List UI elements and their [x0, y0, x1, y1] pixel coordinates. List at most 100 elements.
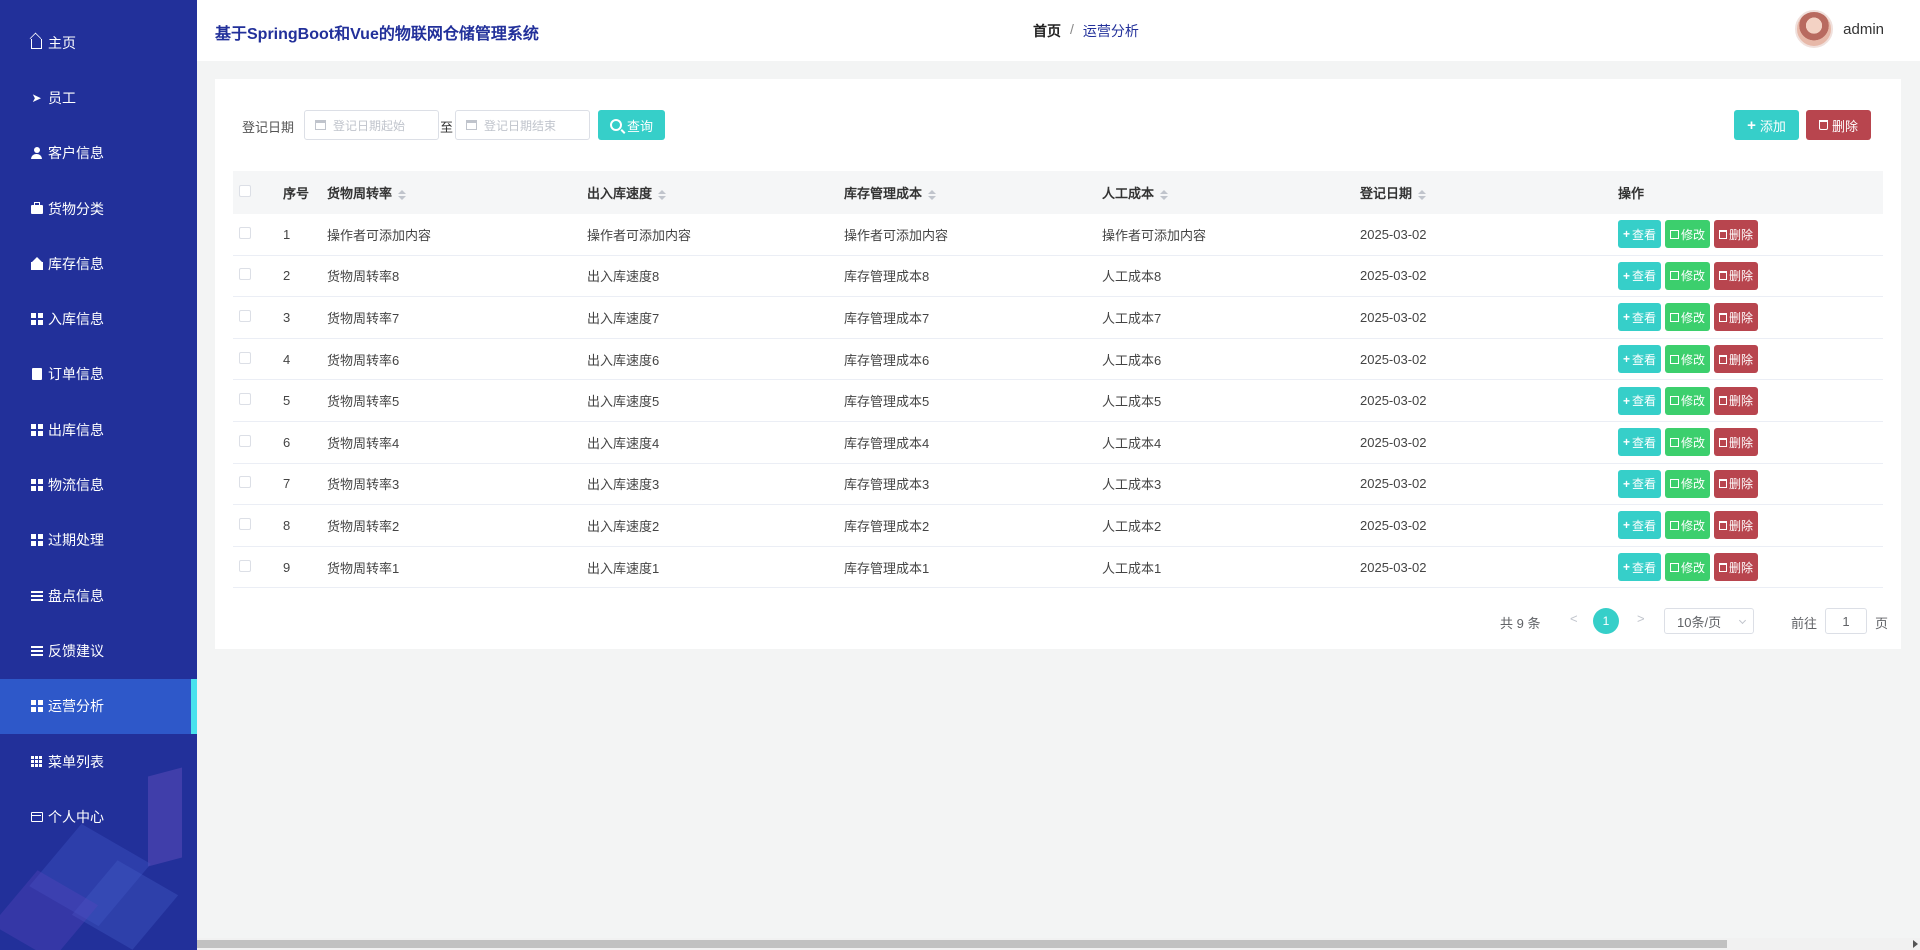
cell-index: 6 — [283, 434, 291, 450]
plus-icon: + — [1623, 435, 1631, 450]
edit-button[interactable]: 修改 — [1665, 553, 1711, 582]
next-page-button[interactable]: > — [1637, 611, 1645, 626]
delete-button[interactable]: 删除 — [1714, 428, 1759, 457]
row-checkbox[interactable] — [239, 351, 251, 364]
trash-icon — [1719, 271, 1728, 281]
row-checkbox[interactable] — [239, 393, 251, 406]
view-button[interactable]: + 查看 — [1618, 303, 1662, 332]
header-register-date[interactable]: 登记日期 — [1360, 183, 1618, 202]
goto-page-input[interactable] — [1825, 608, 1867, 634]
cell-index: 5 — [283, 393, 291, 409]
trash-icon — [1719, 312, 1728, 322]
row-checkbox[interactable] — [239, 268, 251, 281]
cell-labor-cost: 人工成本2 — [1102, 518, 1162, 534]
view-button[interactable]: + 查看 — [1618, 220, 1662, 249]
row-checkbox[interactable] — [239, 434, 251, 447]
sidebar-item-5[interactable]: 入库信息 — [0, 291, 197, 346]
edit-button[interactable]: 修改 — [1665, 469, 1711, 498]
top-header: 基于SpringBoot和Vue的物联网仓储管理系统 首页 / 运营分析 adm… — [197, 0, 1920, 61]
delete-button[interactable]: 删除 — [1714, 261, 1759, 290]
view-button[interactable]: + 查看 — [1618, 386, 1662, 415]
delete-button[interactable]: 删除 — [1714, 303, 1759, 332]
scrollbar-thumb[interactable] — [197, 940, 1727, 948]
page-size-select[interactable]: 10条/页 — [1664, 608, 1754, 634]
sidebar-item-3[interactable]: 货物分类 — [0, 181, 197, 236]
delete-button[interactable]: 删除 — [1714, 469, 1759, 498]
delete-button[interactable]: 删除 — [1714, 553, 1759, 582]
clipboard-icon — [30, 368, 43, 381]
row-checkbox[interactable] — [239, 517, 251, 530]
username[interactable]: admin — [1843, 21, 1884, 38]
page-number-current[interactable]: 1 — [1593, 608, 1619, 634]
view-button[interactable]: + 查看 — [1618, 261, 1662, 290]
edit-button[interactable]: 修改 — [1665, 261, 1711, 290]
header-turnover[interactable]: 货物周转率 — [327, 183, 587, 202]
delete-button[interactable]: 删除 — [1714, 220, 1759, 249]
view-button[interactable]: + 查看 — [1618, 345, 1662, 374]
scroll-right-arrow[interactable] — [1913, 940, 1918, 948]
plus-icon: + — [1623, 560, 1631, 575]
sidebar-item-4[interactable]: 库存信息 — [0, 236, 197, 291]
sort-icon[interactable] — [1418, 189, 1427, 200]
user-menu[interactable]: admin — [1795, 10, 1884, 48]
row-checkbox[interactable] — [239, 559, 251, 572]
sidebar-item-2[interactable]: 客户信息 — [0, 126, 197, 181]
view-button[interactable]: + 查看 — [1618, 469, 1662, 498]
view-button[interactable]: + 查看 — [1618, 511, 1662, 540]
sort-icon[interactable] — [1160, 189, 1169, 200]
cell-inventory-cost: 库存管理成本8 — [844, 269, 930, 285]
avatar[interactable] — [1795, 10, 1834, 48]
sidebar-item-0[interactable]: 主页 — [0, 15, 197, 70]
query-button[interactable]: 查询 — [598, 110, 665, 140]
cell-turnover: 货物周转率8 — [327, 269, 400, 285]
horizontal-scrollbar[interactable] — [197, 938, 1920, 950]
delete-button[interactable]: 删除 — [1714, 345, 1759, 374]
sort-icon[interactable] — [928, 189, 937, 200]
delete-button[interactable]: 删除 — [1714, 386, 1759, 415]
batch-delete-button[interactable]: 删除 — [1806, 110, 1871, 140]
breadcrumb-home[interactable]: 首页 — [1033, 21, 1061, 41]
sidebar-item-7[interactable]: 出库信息 — [0, 402, 197, 457]
cell-register-date: 2025-03-02 — [1360, 351, 1427, 367]
cell-turnover: 货物周转率5 — [327, 394, 400, 410]
edit-icon — [1670, 437, 1680, 447]
row-checkbox[interactable] — [239, 309, 251, 322]
view-button[interactable]: + 查看 — [1618, 428, 1662, 457]
edit-icon — [1670, 354, 1680, 364]
cell-index: 7 — [283, 476, 291, 492]
row-checkbox[interactable] — [239, 476, 251, 489]
main-card: 登记日期 登记日期起始 至 登记日期结束 查询 + 添加 删除 序号 货物周转率… — [215, 79, 1901, 649]
sidebar-item-8[interactable]: 物流信息 — [0, 457, 197, 512]
delete-button[interactable]: 删除 — [1714, 511, 1759, 540]
header-labor-cost[interactable]: 人工成本 — [1102, 183, 1360, 202]
edit-button[interactable]: 修改 — [1665, 220, 1711, 249]
edit-button[interactable]: 修改 — [1665, 386, 1711, 415]
edit-button[interactable]: 修改 — [1665, 303, 1711, 332]
date-end-input[interactable]: 登记日期结束 — [455, 110, 590, 140]
sidebar-item-9[interactable]: 过期处理 — [0, 513, 197, 568]
sidebar-item-14[interactable]: 个人中心 — [0, 789, 197, 844]
header-inventory-cost[interactable]: 库存管理成本 — [844, 183, 1102, 202]
sidebar-item-10[interactable]: 盘点信息 — [0, 568, 197, 623]
prev-page-button[interactable]: < — [1570, 611, 1578, 626]
grid-icon — [30, 479, 43, 492]
row-checkbox[interactable] — [239, 226, 251, 239]
add-button[interactable]: + 添加 — [1734, 110, 1799, 140]
date-start-input[interactable]: 登记日期起始 — [304, 110, 439, 140]
view-button[interactable]: + 查看 — [1618, 553, 1662, 582]
sidebar-item-13[interactable]: 菜单列表 — [0, 734, 197, 789]
sort-icon[interactable] — [658, 189, 667, 200]
edit-button[interactable]: 修改 — [1665, 428, 1711, 457]
cell-labor-cost: 操作者可添加内容 — [1102, 227, 1207, 243]
sort-icon[interactable] — [398, 189, 407, 200]
select-all-checkbox[interactable] — [239, 185, 251, 197]
edit-button[interactable]: 修改 — [1665, 511, 1711, 540]
plus-icon: + — [1623, 518, 1631, 533]
data-table: 序号 货物周转率 出入库速度 库存管理成本 人工成本 登记日期 操作 1 操作者可… — [233, 171, 1883, 589]
header-io-speed[interactable]: 出入库速度 — [587, 183, 844, 202]
sidebar-item-6[interactable]: 订单信息 — [0, 347, 197, 402]
sidebar-item-12[interactable]: 运营分析 — [0, 678, 197, 735]
edit-button[interactable]: 修改 — [1665, 345, 1711, 374]
sidebar-item-1[interactable]: ➤ 员工 — [0, 70, 197, 125]
sidebar-item-11[interactable]: 反馈建议 — [0, 623, 197, 678]
